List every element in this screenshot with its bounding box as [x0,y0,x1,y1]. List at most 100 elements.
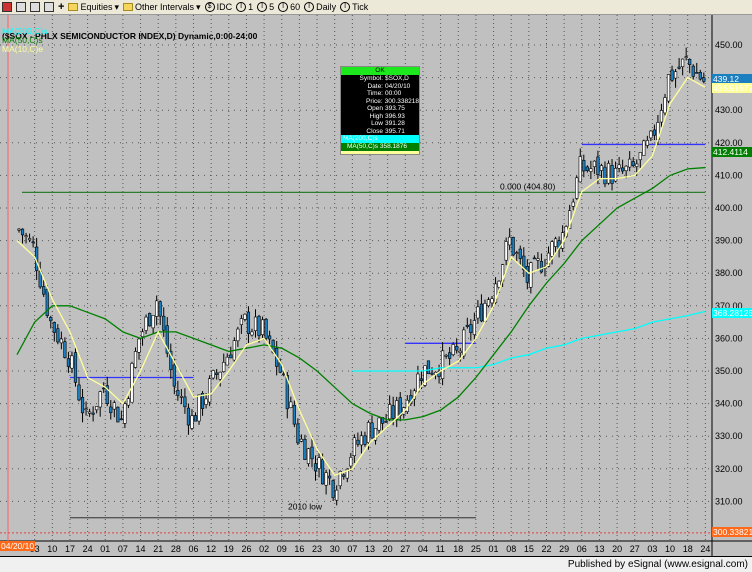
candle-body [190,415,194,429]
other-intervals-menu[interactable]: Other Intervals ▾ [123,2,201,13]
candle-body [515,252,519,254]
candle-body [635,163,639,167]
candle-body [448,352,452,359]
tooltip-value: 395.71 [385,127,405,135]
candle-body [264,318,268,339]
candle-body [606,163,611,184]
candle-body [691,65,695,77]
candle-body [250,331,254,336]
candle-body [490,298,494,304]
x-day-label: 27 [400,544,410,554]
y-tick-label: 360.00 [715,333,743,343]
y-tick-label: 390.00 [715,236,743,246]
interval-1-button[interactable]: I1 [236,2,253,12]
candle-body [663,97,667,114]
candle-body [610,165,614,184]
interval-daily-button[interactable]: I Daily [304,2,336,12]
x-day-label: 21 [153,544,163,554]
cursor-date-badge: 04/20/10 [0,541,36,551]
tooltip-key: Close [366,127,383,135]
interval-5-button[interactable]: I5 [257,2,274,12]
interval-60-button[interactable]: I 60 [278,2,300,12]
tooltip-value: 00:00 [385,90,402,97]
candle-body [243,313,247,320]
candle-body [59,338,63,344]
data-tooltip: OK Symbol: $SOX,D Date: 04/20/10 Time: 00:00 P… [340,66,420,155]
candle-body [140,331,145,337]
candle-body [677,66,681,69]
tooltip-row: Close 395.71 [341,128,419,136]
candle-body [356,439,360,445]
interval-5-label: 5 [269,2,275,12]
x-day-label: 23 [312,544,322,554]
x-day-label: 06 [189,544,199,554]
candle-body [172,364,176,387]
candle-body [585,166,589,172]
candle-body [684,56,688,58]
candle-body [592,160,596,168]
candle-body [638,152,642,161]
interval-icon: I [340,2,351,12]
candle-body [49,317,53,322]
interval-tick-label: Tick [352,2,369,12]
candle-body [335,489,339,501]
candle-body [218,371,222,380]
candle-body [73,352,78,383]
candle-body [112,402,116,410]
candle-body [215,372,219,375]
candle-body [578,156,582,183]
candle-body [659,110,664,123]
y-tick-label: 310.00 [715,496,743,506]
copy-icon[interactable] [30,2,40,12]
idc-label: IDC [216,2,233,12]
candle-body [246,311,251,334]
tooltip-row: Open 393.75 [341,105,419,113]
x-day-label: 30 [330,544,340,554]
add-icon[interactable]: + [58,1,64,13]
candle-body [98,391,102,408]
equities-menu[interactable]: Equities ▾ [68,2,119,13]
tooltip-ma50: MA(50,C)s 358.1876 [341,143,419,151]
x-day-label: 18 [453,544,463,554]
candle-body [24,235,28,237]
candle-body [282,373,286,376]
properties-icon[interactable] [44,2,54,12]
interval-tick-button[interactable]: I Tick [340,2,368,12]
tooltip-value: 300.338218 [384,97,419,105]
candle-body [109,406,113,414]
candle-body [550,241,554,257]
candle-body [27,238,32,241]
y-tick-label: 330.00 [715,431,743,441]
chart-icon[interactable] [2,2,12,12]
x-day-label: 16 [294,544,304,554]
idc-button[interactable]: $ IDC [204,2,233,12]
tooltip-status: OK [341,67,419,75]
x-day-label: 15 [524,544,534,554]
candle-body [303,438,307,460]
x-day-label: 12 [206,544,216,554]
candle-body [695,72,699,74]
candle-body [553,238,558,247]
candle-body [310,446,314,460]
candle-body [539,261,544,273]
ma50-line [16,166,706,421]
candle-body [377,417,381,431]
candle-body [673,71,678,79]
candle-body [349,457,353,467]
candle-body [148,313,152,327]
candle-body [670,69,674,81]
candle-body [91,412,95,415]
chart-area[interactable]: 450.00440.00430.00420.00410.00400.00390.… [0,15,752,566]
candle-body [617,164,621,169]
candle-body [536,258,540,261]
candle-body [257,315,261,337]
candle-body [596,156,600,176]
candle-body [666,74,671,102]
tooltip-key: Low [371,120,383,127]
x-day-label: 27 [630,544,640,554]
x-day-label: 11 [436,544,445,554]
other-intervals-label: Other Intervals [135,2,195,12]
y-tick-label: 400.00 [715,203,743,213]
candle-body [77,384,81,401]
refresh-icon[interactable] [16,2,26,12]
